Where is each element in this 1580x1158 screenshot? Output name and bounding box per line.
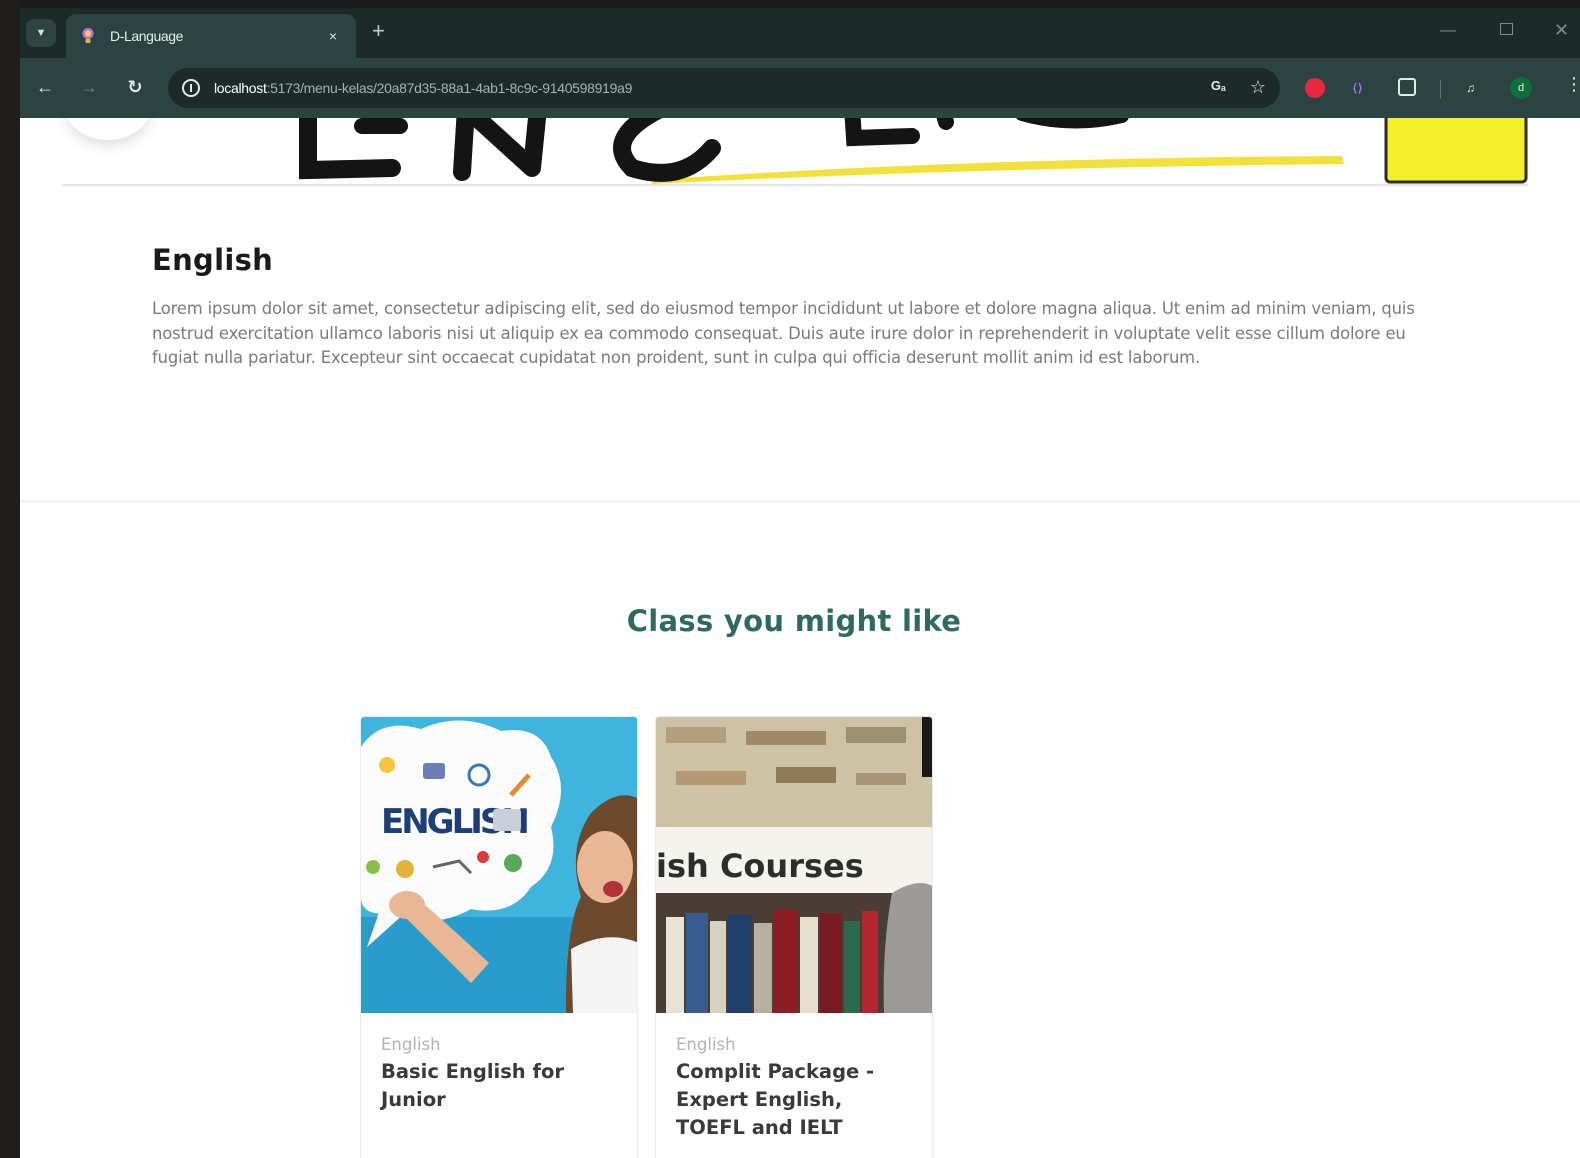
recommendations-title: Class you might like <box>626 604 962 638</box>
hero-banner <box>62 118 1528 184</box>
toolbar-divider <box>1440 80 1441 98</box>
puzzle-icon[interactable] <box>1398 78 1416 96</box>
tab-close-icon[interactable]: × <box>324 28 342 44</box>
section-divider <box>20 500 1580 503</box>
reload-icon[interactable]: ↻ <box>124 76 146 98</box>
language-title: English <box>152 243 274 277</box>
star-icon[interactable]: ☆ <box>1250 78 1266 96</box>
class-card-title[interactable]: Complit Package - Expert English, TOEFL … <box>676 1058 912 1142</box>
class-card-title[interactable]: Basic English for Junior <box>381 1058 617 1114</box>
class-card-image: ish Courses <box>656 717 932 1013</box>
browser-titlebar: ▼ D-Language × + — ✕ <box>20 8 1580 58</box>
browser-toolbar: ← → ↻ localhost:5173/menu-kelas/20a87d35… <box>20 58 1580 118</box>
tab-search-button[interactable]: ▼ <box>26 19 56 47</box>
browser-window: ▼ D-Language × + — ✕ ← → ↻ localhost:517… <box>20 8 1580 1158</box>
desktop-edge <box>0 0 20 1158</box>
profile-avatar[interactable]: d <box>1510 77 1532 99</box>
english-courses-photo: ish Courses <box>656 717 932 1013</box>
kebab-menu-icon[interactable]: ⋮ <box>1565 74 1580 95</box>
page-content: English Lorem ipsum dolor sit amet, cons… <box>20 118 1580 1158</box>
address-bar[interactable]: localhost:5173/menu-kelas/20a87d35-88a1-… <box>168 68 1280 108</box>
class-card[interactable]: ENGLISH English Basic English for Junior <box>360 716 638 1158</box>
english-student-photo: ENGLISH <box>361 717 637 1013</box>
class-card-image: ENGLISH <box>361 717 637 1013</box>
language-description: Lorem ipsum dolor sit amet, consectetur … <box>152 299 1415 367</box>
translate-icon[interactable]: Gₐ <box>1211 78 1226 96</box>
chevron-down-icon: ▼ <box>35 27 47 39</box>
adblock-extension-icon[interactable] <box>1305 78 1325 98</box>
class-card-category: English <box>381 1035 441 1054</box>
class-card[interactable]: ish Courses English Complit Package - Ex… <box>655 716 933 1158</box>
window-close-button[interactable]: ✕ <box>1554 20 1569 41</box>
url-host: localhost <box>214 80 267 96</box>
back-arrow-icon[interactable]: ← <box>34 76 56 98</box>
window-maximize-button[interactable] <box>1500 23 1513 35</box>
card-image-text: ish Courses <box>656 847 864 885</box>
window-minimize-button[interactable]: — <box>1440 22 1456 40</box>
site-info-icon[interactable] <box>182 79 200 97</box>
tab-title: D-Language <box>110 28 184 44</box>
forward-arrow-icon[interactable]: → <box>78 76 100 98</box>
hero-bottom-line <box>62 184 1528 186</box>
class-card-category: English <box>676 1035 736 1054</box>
devtools-extension-icon[interactable]: ⟨⟩ <box>1352 78 1372 98</box>
language-section: English Lorem ipsum dolor sit amet, cons… <box>152 243 1442 371</box>
lightbulb-favicon-icon <box>82 28 94 43</box>
new-tab-button[interactable]: + <box>372 20 385 42</box>
media-control-icon[interactable]: ♫ <box>1466 78 1486 98</box>
url-path: :5173/menu-kelas/20a87d35-88a1-4ab1-8c9c… <box>266 80 633 96</box>
browser-tab-active[interactable]: D-Language × <box>66 14 356 58</box>
english-banner-image <box>299 118 1528 184</box>
